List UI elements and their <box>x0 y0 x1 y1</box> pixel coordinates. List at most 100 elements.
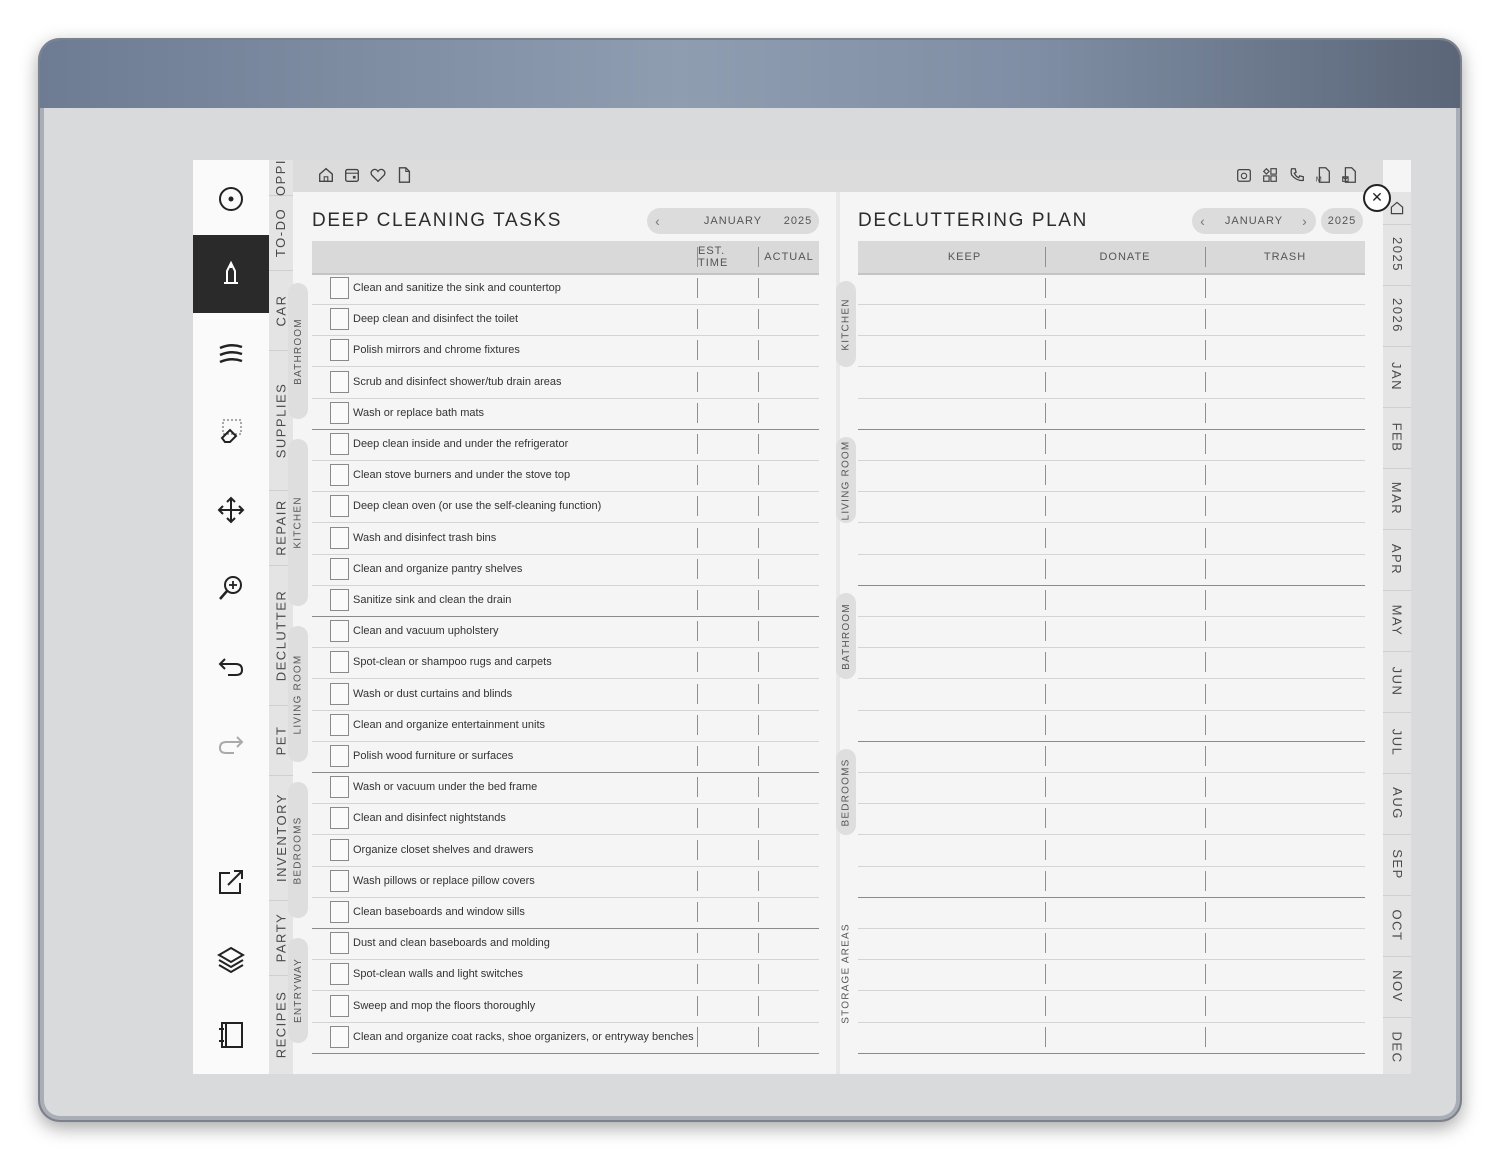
eraser-icon[interactable] <box>193 393 269 471</box>
keep-cell[interactable] <box>884 803 1045 834</box>
donate-cell[interactable] <box>1045 616 1205 647</box>
trash-cell[interactable] <box>1205 304 1365 335</box>
task-checkbox[interactable] <box>330 526 349 549</box>
donate-cell[interactable] <box>1045 460 1205 491</box>
est-time-cell[interactable] <box>697 714 698 735</box>
task-checkbox[interactable] <box>330 932 349 955</box>
side-tab-mar[interactable]: MAR <box>1383 468 1411 530</box>
donate-cell[interactable] <box>1045 491 1205 522</box>
keep-cell[interactable] <box>884 1022 1045 1053</box>
actual-cell[interactable] <box>758 309 759 330</box>
donate-cell[interactable] <box>1045 803 1205 834</box>
document-icon[interactable] <box>395 166 415 186</box>
est-time-cell[interactable] <box>697 902 698 922</box>
donate-cell[interactable] <box>1045 928 1205 959</box>
donate-cell[interactable] <box>1045 959 1205 990</box>
keep-cell[interactable] <box>884 523 1045 554</box>
keep-cell[interactable] <box>884 616 1045 647</box>
task-checkbox[interactable] <box>330 339 349 362</box>
donate-cell[interactable] <box>1045 398 1205 429</box>
est-time-cell[interactable] <box>697 402 698 423</box>
actual-cell[interactable] <box>758 995 759 1016</box>
trash-cell[interactable] <box>1205 585 1365 616</box>
keep-cell[interactable] <box>884 928 1045 959</box>
actual-cell[interactable] <box>758 278 759 298</box>
keep-cell[interactable] <box>884 429 1045 460</box>
keep-cell[interactable] <box>884 335 1045 366</box>
actual-cell[interactable] <box>758 496 759 517</box>
est-time-cell[interactable] <box>697 465 698 486</box>
est-time-cell[interactable] <box>697 1026 698 1047</box>
actual-cell[interactable] <box>758 465 759 486</box>
task-checkbox[interactable] <box>330 495 349 518</box>
trash-cell[interactable] <box>1205 897 1365 928</box>
task-checkbox[interactable] <box>330 994 349 1017</box>
task-checkbox[interactable] <box>330 464 349 487</box>
side-tab-apr[interactable]: APR <box>1383 529 1411 591</box>
est-time-cell[interactable] <box>697 371 698 392</box>
est-time-cell[interactable] <box>697 808 698 829</box>
menu-icon[interactable] <box>193 160 269 238</box>
task-checkbox[interactable] <box>330 651 349 674</box>
actual-cell[interactable] <box>758 558 759 579</box>
actual-cell[interactable] <box>758 402 759 423</box>
task-checkbox[interactable] <box>330 277 349 299</box>
side-tab-nov[interactable]: NOV <box>1383 956 1411 1018</box>
est-time-cell[interactable] <box>697 278 698 298</box>
calendar-icon[interactable] <box>343 166 363 186</box>
actual-cell[interactable] <box>758 1026 759 1047</box>
keep-cell[interactable] <box>884 835 1045 866</box>
side-tab-jul[interactable]: JUL <box>1383 712 1411 774</box>
task-checkbox[interactable] <box>330 682 349 705</box>
side-tab-sep[interactable]: SEP <box>1383 834 1411 896</box>
next-month-button[interactable]: › <box>1294 213 1316 229</box>
donate-cell[interactable] <box>1045 304 1205 335</box>
keep-cell[interactable] <box>884 710 1045 741</box>
prev-month-button[interactable]: ‹ <box>1192 213 1214 229</box>
donate-cell[interactable] <box>1045 523 1205 554</box>
trash-cell[interactable] <box>1205 679 1365 710</box>
trash-cell[interactable] <box>1205 803 1365 834</box>
zoom-icon[interactable] <box>193 549 269 627</box>
side-tab-jun[interactable]: JUN <box>1383 651 1411 713</box>
side-tab-dec[interactable]: DEC <box>1383 1017 1411 1074</box>
actual-cell[interactable] <box>758 434 759 454</box>
est-time-cell[interactable] <box>697 309 698 330</box>
year-selector[interactable]: 2025 <box>777 208 819 234</box>
actual-cell[interactable] <box>758 933 759 954</box>
est-time-cell[interactable] <box>697 496 698 517</box>
est-time-cell[interactable] <box>697 933 698 954</box>
category-tab-oppi[interactable]: OPPI <box>269 160 293 196</box>
task-checkbox[interactable] <box>330 370 349 393</box>
actual-cell[interactable] <box>758 371 759 392</box>
lines-icon[interactable] <box>193 315 269 393</box>
notebook-icon[interactable] <box>193 996 269 1074</box>
heart-icon[interactable] <box>369 166 389 186</box>
task-checkbox[interactable] <box>330 589 349 611</box>
trash-cell[interactable] <box>1205 959 1365 990</box>
task-checkbox[interactable] <box>330 776 349 799</box>
trash-cell[interactable] <box>1205 835 1365 866</box>
est-time-cell[interactable] <box>697 839 698 860</box>
est-time-cell[interactable] <box>697 652 698 673</box>
phone-icon[interactable] <box>1288 166 1308 186</box>
est-time-cell[interactable] <box>697 527 698 548</box>
task-checkbox[interactable] <box>330 620 349 643</box>
actual-cell[interactable] <box>758 527 759 548</box>
donate-cell[interactable] <box>1045 273 1205 304</box>
side-tab-2025[interactable]: 2025 <box>1383 224 1411 286</box>
trash-cell[interactable] <box>1205 710 1365 741</box>
est-time-cell[interactable] <box>697 995 698 1016</box>
actual-cell[interactable] <box>758 964 759 985</box>
layers-icon[interactable] <box>193 920 269 998</box>
trash-cell[interactable] <box>1205 460 1365 491</box>
home-icon[interactable] <box>317 166 337 186</box>
keep-cell[interactable] <box>884 866 1045 897</box>
task-checkbox[interactable] <box>330 745 349 767</box>
trash-cell[interactable] <box>1205 367 1365 398</box>
category-tab-to-do[interactable]: TO-DO <box>269 195 293 271</box>
close-icon[interactable]: ✕ <box>1363 184 1391 212</box>
share-icon[interactable] <box>193 843 269 921</box>
keep-cell[interactable] <box>884 460 1045 491</box>
actual-cell[interactable] <box>758 652 759 673</box>
